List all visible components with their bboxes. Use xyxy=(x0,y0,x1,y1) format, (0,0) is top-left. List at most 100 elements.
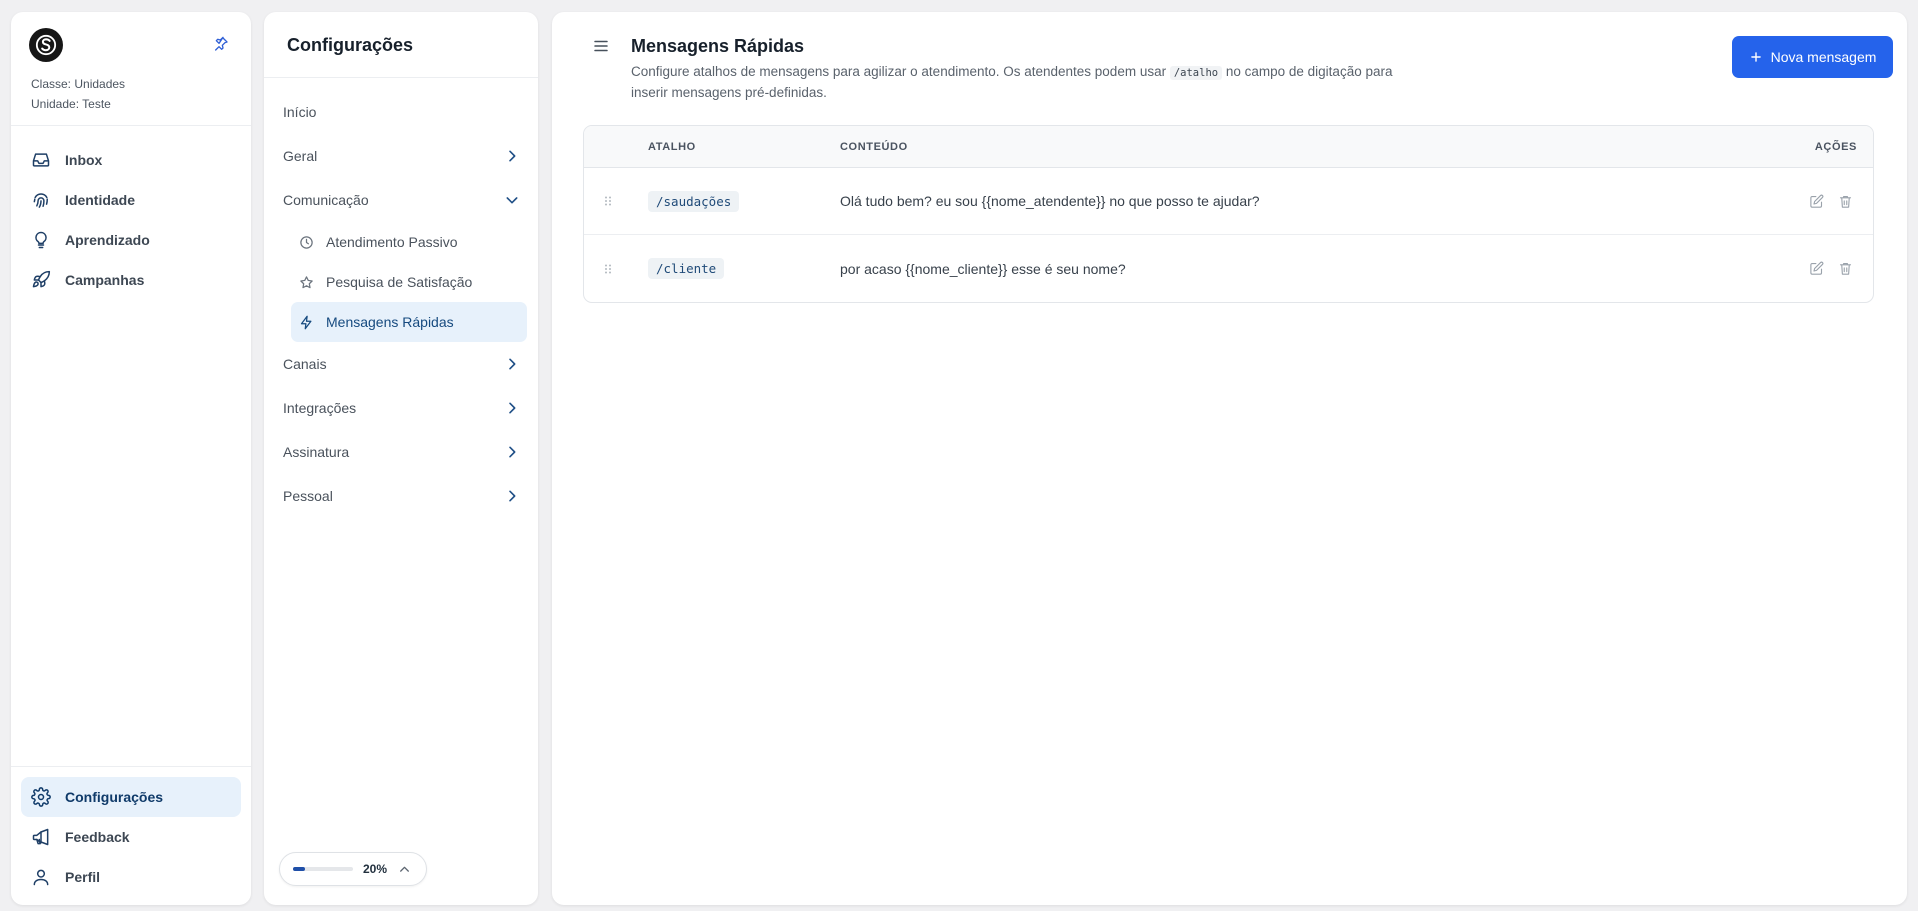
nav-item-label: Configurações xyxy=(65,789,164,805)
nav-item-perfil[interactable]: Perfil xyxy=(21,857,241,897)
row-actions xyxy=(1809,194,1853,209)
settings-item-geral[interactable]: Geral xyxy=(264,134,538,178)
lightning-icon xyxy=(300,315,312,329)
chevron-right-icon xyxy=(509,358,516,370)
chevron-right-icon xyxy=(509,446,516,458)
settings-item-comunicacao[interactable]: Comunicação xyxy=(264,178,538,222)
delete-button[interactable] xyxy=(1838,261,1853,276)
nav-item-label: Campanhas xyxy=(65,272,145,288)
trash-icon xyxy=(1839,195,1852,208)
settings-subitem-atendimento-passivo[interactable]: Atendimento Passivo xyxy=(291,222,527,262)
quick-messages-table: ATALHO CONTEÚDO AÇÕES /saudações Olá tud… xyxy=(583,125,1874,303)
nav-item-label: Aprendizado xyxy=(65,232,150,248)
settings-subitem-label: Atendimento Passivo xyxy=(326,234,458,250)
logo-mark-icon xyxy=(35,34,57,56)
table-row: /saudações Olá tudo bem? eu sou {{nome_a… xyxy=(584,168,1873,235)
fingerprint-icon xyxy=(33,193,48,208)
plus-icon xyxy=(1750,52,1761,62)
shortcut-badge: /saudações xyxy=(648,190,740,212)
nav-item-label: Feedback xyxy=(65,829,130,845)
main-sidebar: Classe: Unidades Unidade: Teste Inbox Id… xyxy=(11,12,251,905)
nav-item-aprendizado[interactable]: Aprendizado xyxy=(21,220,241,260)
chevron-right-icon xyxy=(509,150,516,162)
delete-button[interactable] xyxy=(1838,194,1853,209)
settings-item-label: Pessoal xyxy=(283,488,333,504)
settings-panel: Configurações Início Geral Comunicação A… xyxy=(264,12,538,905)
edit-icon xyxy=(1810,261,1824,275)
nav-item-label: Perfil xyxy=(65,869,101,885)
description-text-start: Configure atalhos de mensagens para agil… xyxy=(631,64,1170,79)
settings-item-label: Início xyxy=(283,104,317,120)
main-content: Mensagens Rápidas Configure atalhos de m… xyxy=(552,12,1907,905)
settings-subitem-label: Mensagens Rápidas xyxy=(326,314,454,330)
message-content: por acaso {{nome_cliente}} esse é seu no… xyxy=(840,260,1126,277)
new-message-button-label: Nova mensagem xyxy=(1770,49,1877,65)
table-row: /cliente por acaso {{nome_cliente}} esse… xyxy=(584,235,1873,302)
column-header-atalho: ATALHO xyxy=(648,140,696,153)
row-actions xyxy=(1809,261,1853,276)
zoom-slider-fill xyxy=(293,867,305,871)
settings-item-canais[interactable]: Canais xyxy=(264,342,538,386)
drag-handle[interactable] xyxy=(602,195,614,207)
edit-button[interactable] xyxy=(1809,194,1824,209)
nav-item-configuracoes[interactable]: Configurações xyxy=(21,777,241,817)
megaphone-icon xyxy=(32,828,49,846)
settings-item-label: Canais xyxy=(283,356,327,372)
grip-icon xyxy=(605,264,611,273)
hamburger-icon xyxy=(594,40,608,52)
settings-item-assinatura[interactable]: Assinatura xyxy=(264,430,538,474)
settings-subitem-mensagens-rapidas[interactable]: Mensagens Rápidas xyxy=(291,302,527,342)
toggle-menu-button[interactable] xyxy=(592,37,610,55)
settings-item-label: Integrações xyxy=(283,400,357,416)
grip-icon xyxy=(605,196,611,206)
sidebar-header: Classe: Unidades Unidade: Teste xyxy=(11,12,251,126)
message-content: Olá tudo bem? eu sou {{nome_atendente}} … xyxy=(840,193,1260,209)
settings-item-pessoal[interactable]: Pessoal xyxy=(264,474,538,518)
zoom-slider[interactable] xyxy=(293,867,353,871)
zoom-level: 20% xyxy=(363,862,388,876)
drag-handle[interactable] xyxy=(602,263,614,275)
app-logo[interactable] xyxy=(29,28,63,62)
zoom-expand-button[interactable] xyxy=(398,863,411,876)
org-unit: Unidade: Teste xyxy=(31,97,111,111)
settings-item-label: Geral xyxy=(283,148,318,164)
shortcut-example-code: /atalho xyxy=(1169,66,1223,80)
sidebar-footer: Configurações Feedback Perfil xyxy=(11,766,251,905)
column-header-conteudo: CONTEÚDO xyxy=(840,140,908,153)
chevron-right-icon xyxy=(509,490,516,502)
nav-item-feedback[interactable]: Feedback xyxy=(21,817,241,857)
nav-item-identidade[interactable]: Identidade xyxy=(21,180,241,220)
nav-item-campanhas[interactable]: Campanhas xyxy=(21,260,241,300)
star-icon xyxy=(300,275,313,288)
settings-title: Configurações xyxy=(264,12,538,78)
settings-item-label: Comunicação xyxy=(283,192,369,208)
table-header: ATALHO CONTEÚDO AÇÕES xyxy=(584,126,1873,168)
inbox-icon xyxy=(32,153,50,167)
primary-nav: Inbox Identidade Aprendizado Campanhas xyxy=(11,126,251,766)
column-header-acoes: AÇÕES xyxy=(1814,140,1857,153)
settings-item-integracoes[interactable]: Integrações xyxy=(264,386,538,430)
settings-subitem-pesquisa-satisfacao[interactable]: Pesquisa de Satisfação xyxy=(291,262,527,302)
settings-menu: Início Geral Comunicação Atendimento Pas… xyxy=(264,78,538,518)
new-message-button[interactable]: Nova mensagem xyxy=(1732,36,1893,78)
rocket-icon xyxy=(32,270,51,288)
gear-icon xyxy=(31,787,51,807)
settings-item-label: Assinatura xyxy=(283,444,350,460)
pin-sidebar-button[interactable] xyxy=(213,36,229,52)
pin-icon xyxy=(215,36,228,51)
page-title: Mensagens Rápidas xyxy=(631,36,805,56)
settings-item-inicio[interactable]: Início xyxy=(264,90,538,134)
settings-subitem-label: Pesquisa de Satisfação xyxy=(326,274,473,290)
trash-icon xyxy=(1839,262,1852,275)
chevron-right-icon xyxy=(509,402,516,414)
nav-item-label: Identidade xyxy=(65,192,136,208)
nav-item-label: Inbox xyxy=(65,152,103,168)
nav-item-inbox[interactable]: Inbox xyxy=(21,140,241,180)
edit-icon xyxy=(1810,194,1824,208)
org-class: Classe: Unidades xyxy=(31,77,126,91)
chevron-down-icon xyxy=(506,197,518,204)
chevron-up-icon xyxy=(400,866,409,872)
edit-button[interactable] xyxy=(1809,261,1824,276)
zoom-control[interactable]: 20% xyxy=(279,852,427,886)
clock-icon xyxy=(300,235,313,249)
